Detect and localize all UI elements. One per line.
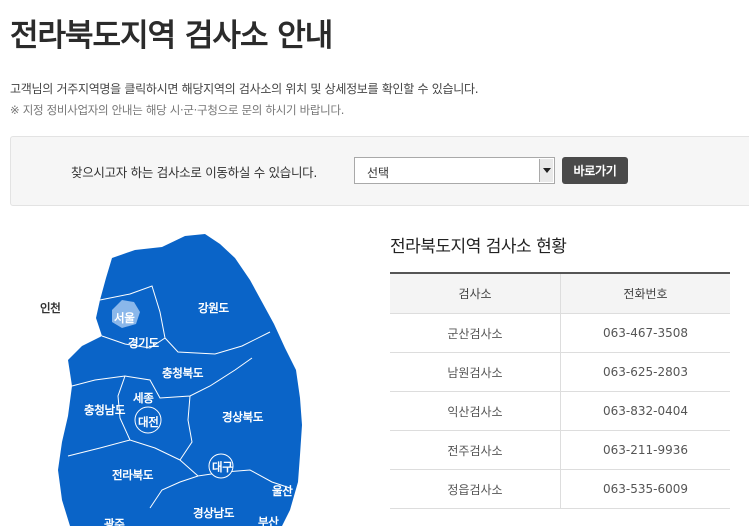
table-row: 군산검사소 063-467-3508 [390,313,730,353]
table-row: 전주검사소 063-211-9936 [390,430,730,470]
intro-text: 고객님의 거주지역명을 클릭하시면 해당지역의 검사소의 위치 및 상세정보를 … [10,82,479,96]
region-sejong[interactable]: 세종 [133,390,154,406]
station-phone: 063-625-2803 [560,352,730,392]
station-phone: 063-467-3508 [560,313,730,353]
station-name: 전주검사소 [390,430,561,470]
notice-text: ※ 지정 정비사업자의 안내는 해당 시·군·구청으로 문의 하시기 바랍니다. [10,103,345,117]
region-chungbuk[interactable]: 충청북도 [162,365,203,381]
search-panel: 찾으시고자 하는 검사소로 이동하실 수 있습니다. 선택 바로가기 [10,136,749,206]
region-incheon[interactable]: 인천 [40,300,61,316]
table-row: 정읍검사소 063-535-6009 [390,469,730,509]
region-map: 인천 서울 경기도 강원도 충청북도 세종 충청남도 대전 경상북도 전라북도 … [0,220,360,531]
station-phone: 063-832-0404 [560,391,730,431]
table-row: 남원검사소 063-625-2803 [390,352,730,392]
table-header-row: 검사소 전화번호 [390,272,730,314]
station-phone: 063-211-9936 [560,430,730,470]
station-name: 군산검사소 [390,313,561,353]
region-jeonbuk[interactable]: 전라북도 [112,467,153,483]
page-title: 전라북도지역 검사소 안내 [10,18,333,54]
region-gwangju[interactable]: 광주 [104,516,125,532]
table-row: 익산검사소 063-832-0404 [390,391,730,431]
column-header-station: 검사소 [390,272,561,314]
region-daegu[interactable]: 대구 [212,459,233,475]
station-phone: 063-535-6009 [560,469,730,509]
station-select-value: 선택 [367,166,390,180]
station-name: 남원검사소 [390,352,561,392]
region-seoul[interactable]: 서울 [114,310,135,326]
region-daejeon[interactable]: 대전 [138,414,159,430]
region-gyeongbuk[interactable]: 경상북도 [222,409,263,425]
station-table: 검사소 전화번호 군산검사소 063-467-3508 남원검사소 063-62… [390,272,730,509]
region-gyeonggi[interactable]: 경기도 [128,335,159,351]
station-name: 정읍검사소 [390,469,561,509]
region-busan[interactable]: 부산 [258,514,279,530]
status-title: 전라북도지역 검사소 현황 [390,237,567,257]
region-chungnam[interactable]: 충청남도 [84,402,125,418]
go-button[interactable]: 바로가기 [562,157,628,184]
search-label: 찾으시고자 하는 검사소로 이동하실 수 있습니다. [71,165,318,180]
chevron-down-icon[interactable] [539,159,553,182]
region-gangwon[interactable]: 강원도 [198,300,229,316]
column-header-phone: 전화번호 [560,272,730,314]
station-select[interactable]: 선택 [354,157,555,184]
region-ulsan[interactable]: 울산 [272,483,293,499]
station-name: 익산검사소 [390,391,561,431]
region-gyeongnam[interactable]: 경상남도 [193,505,234,521]
